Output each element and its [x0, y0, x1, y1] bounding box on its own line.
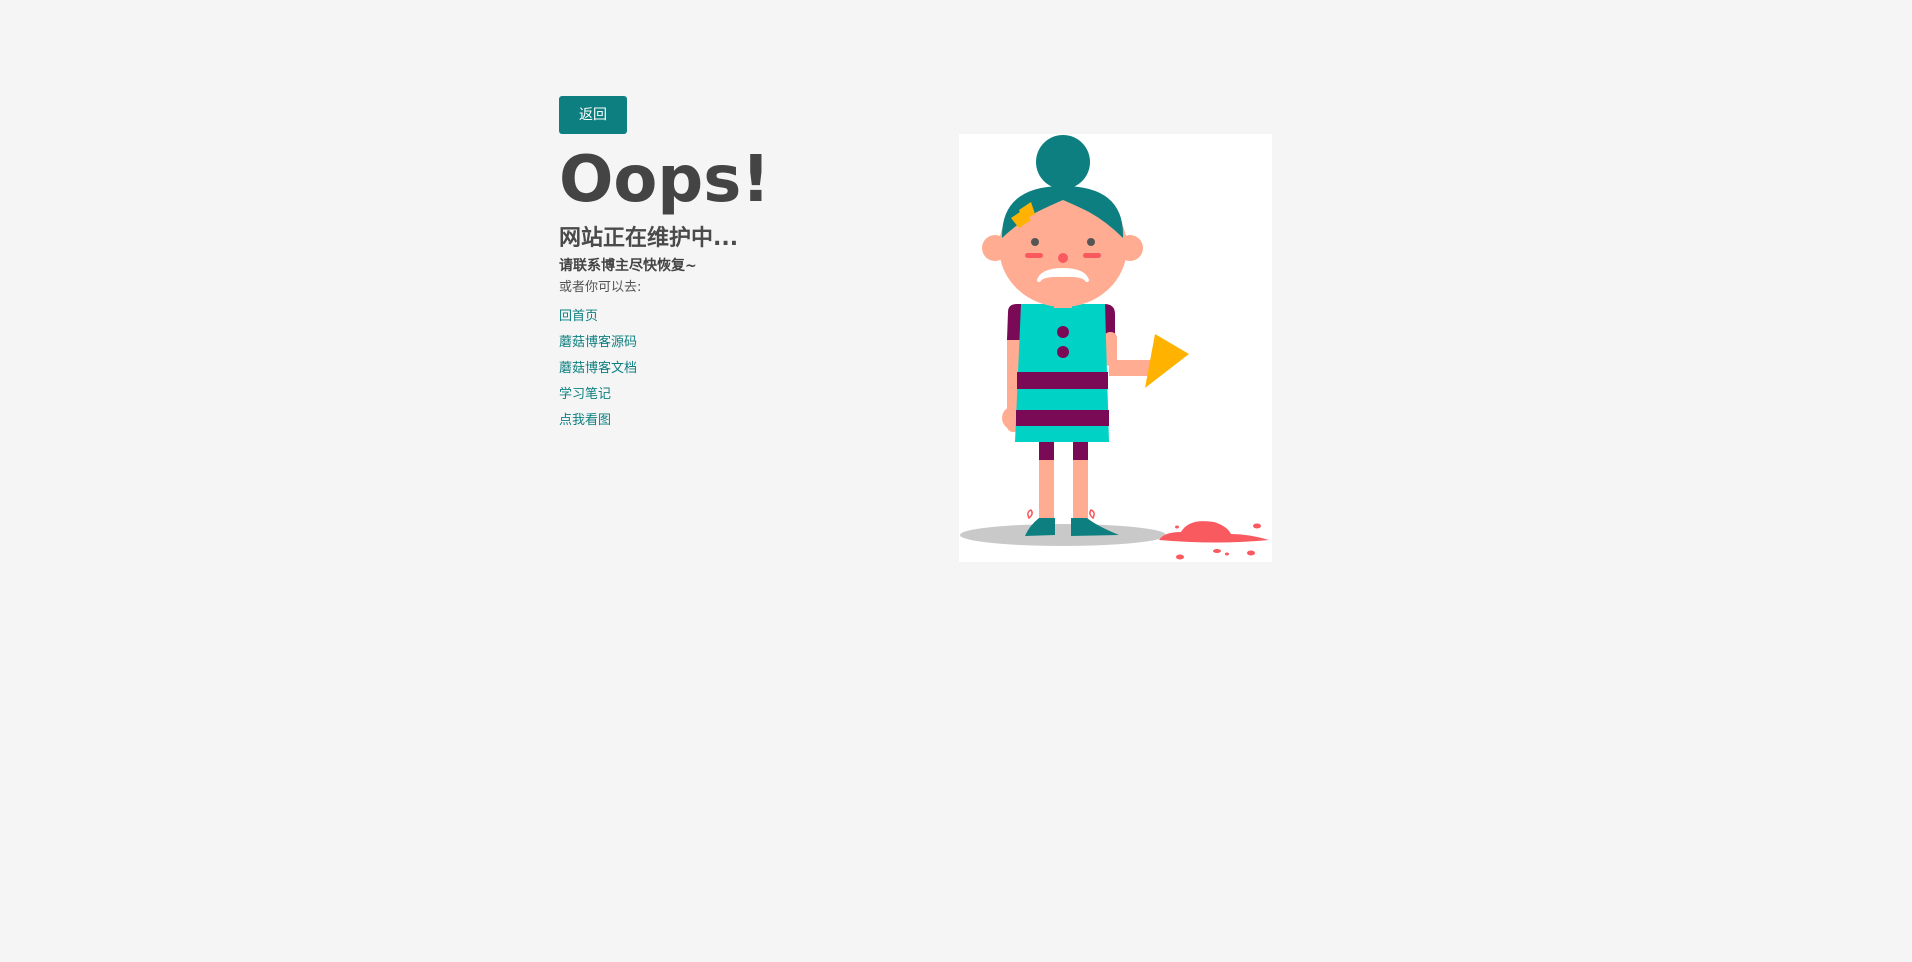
right-eye — [1087, 238, 1095, 246]
dress — [1015, 304, 1109, 442]
alternatives-label: 或者你可以去: — [559, 280, 642, 295]
melted-ice-cream — [1159, 521, 1269, 560]
hair-bun — [1036, 135, 1090, 189]
blog-docs-link[interactable]: 蘑菇博客文档 — [559, 361, 637, 376]
page-title: Oops! — [559, 143, 771, 217]
ground-shadow — [960, 524, 1166, 546]
view-images-link[interactable]: 点我看图 — [559, 413, 611, 428]
list-item: 蘑菇博客文档 — [559, 354, 879, 380]
maintenance-page: 返回 Oops! 网站正在维护中... 请联系博主尽快恢复~ 或者你可以去: 回… — [0, 0, 1912, 962]
maintenance-subtitle: 网站正在维护中... — [559, 226, 739, 251]
back-button[interactable]: 返回 — [559, 96, 627, 134]
list-item: 回首页 — [559, 302, 879, 328]
home-link[interactable]: 回首页 — [559, 309, 598, 324]
list-item: 点我看图 — [559, 406, 879, 432]
left-cheek — [1025, 253, 1043, 258]
blog-source-link[interactable]: 蘑菇博客源码 — [559, 335, 637, 350]
study-notes-link[interactable]: 学习笔记 — [559, 387, 611, 402]
left-eye — [1031, 238, 1039, 246]
legs — [1039, 440, 1088, 526]
girl-ice-cream-image — [960, 135, 1269, 560]
list-item: 蘑菇博客源码 — [559, 328, 879, 354]
contact-message: 请联系博主尽快恢复~ — [559, 258, 697, 274]
nose — [1058, 253, 1068, 263]
right-cheek — [1083, 253, 1101, 258]
maintenance-illustration — [959, 134, 1272, 562]
alternative-links-list: 回首页 蘑菇博客源码 蘑菇博客文档 学习笔记 点我看图 — [559, 302, 879, 432]
right-arm — [1104, 304, 1189, 388]
list-item: 学习笔记 — [559, 380, 879, 406]
ice-cream-cone — [1145, 334, 1189, 388]
message-panel: 返回 Oops! 网站正在维护中... 请联系博主尽快恢复~ 或者你可以去: 回… — [559, 96, 879, 432]
